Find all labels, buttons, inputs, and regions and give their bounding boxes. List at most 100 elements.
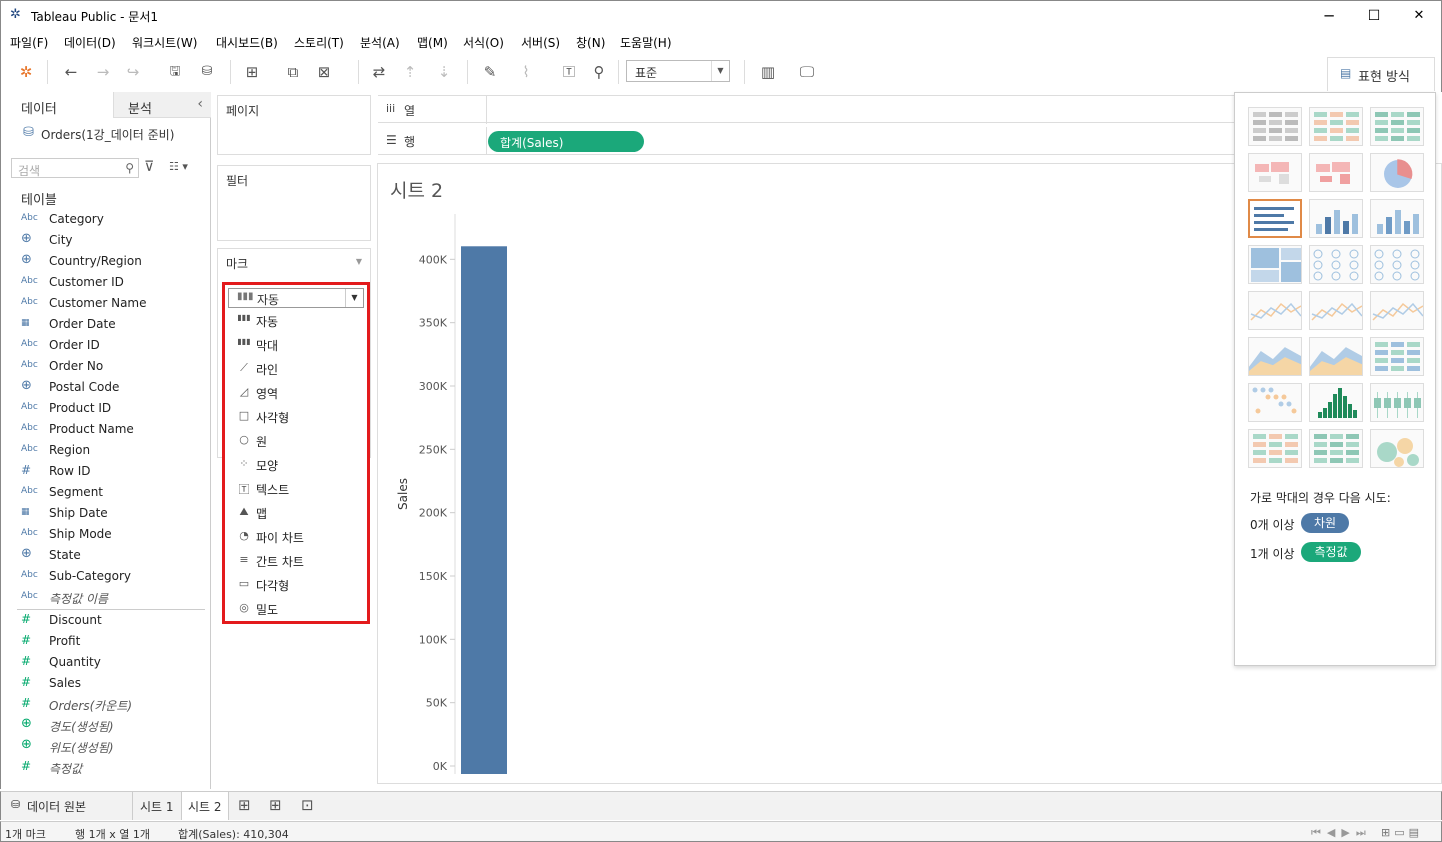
field-search-input[interactable]: 검색 ⚲ <box>11 158 139 178</box>
menu-format[interactable]: 서식(O) <box>463 34 504 51</box>
pages-card[interactable]: 페이지 <box>217 95 371 155</box>
view-mode-icon[interactable]: ⊞▭▤ <box>1381 826 1423 839</box>
field-item[interactable]: ⊕ 경도(생성됨) <box>21 716 206 736</box>
mark-type-option[interactable]: ≡ 간트 차트 <box>228 549 364 571</box>
show-me-box-whisker-thumbnail[interactable] <box>1370 383 1424 422</box>
menu-help[interactable]: 도움말(H) <box>620 34 672 51</box>
field-item[interactable]: Abc Customer Name <box>21 294 206 314</box>
field-item[interactable]: ⊕ 위도(생성됨) <box>21 737 206 757</box>
mark-type-option[interactable]: ⁘ 모양 <box>228 453 364 475</box>
field-item[interactable]: Abc Customer ID <box>21 273 206 293</box>
field-item[interactable]: Abc Region <box>21 441 206 461</box>
field-item[interactable]: Abc Product ID <box>21 399 206 419</box>
field-item[interactable]: # Profit <box>21 632 206 652</box>
show-me-scatter-plot-thumbnail[interactable] <box>1248 383 1302 422</box>
field-item[interactable]: # Row ID <box>21 462 206 482</box>
mark-type-option[interactable]: ⛰ 맵 <box>228 501 364 523</box>
show-cards-icon[interactable]: ▥ <box>757 62 779 82</box>
field-item[interactable]: ▦ Ship Date <box>21 504 206 524</box>
show-me-packed-bubbles-thumbnail[interactable] <box>1370 429 1424 468</box>
show-me-gantt-thumbnail[interactable] <box>1248 429 1302 468</box>
clear-sheet-icon[interactable]: ⊠ <box>313 62 335 82</box>
new-datasource-icon[interactable]: ⛁ <box>196 62 218 82</box>
tab-sheet-1[interactable]: 시트 1 <box>132 792 180 820</box>
collapse-pane-icon[interactable]: ‹ <box>197 96 203 112</box>
columns-shelf[interactable]: iii 열 <box>378 95 1234 124</box>
menu-story[interactable]: 스토리(T) <box>294 34 344 51</box>
sort-descending-icon[interactable]: ⇣ <box>433 62 455 82</box>
duplicate-sheet-icon[interactable]: ⧉ <box>282 62 304 82</box>
show-me-side-by-side-circles-thumbnail[interactable] <box>1370 245 1424 284</box>
view-options-icon[interactable]: ☷ ▾ <box>169 160 188 173</box>
menu-dashboard[interactable]: 대시보드(B) <box>216 34 278 51</box>
field-item[interactable]: Abc Segment <box>21 483 206 503</box>
bar-mark[interactable] <box>461 246 507 774</box>
field-item[interactable]: Abc Product Name <box>21 420 206 440</box>
fix-axes-icon[interactable]: ⚲ <box>588 62 610 82</box>
new-dashboard-icon[interactable]: ⊞ <box>269 796 282 824</box>
show-me-area-continuous-thumbnail[interactable] <box>1248 337 1302 376</box>
tableau-home-icon[interactable]: ✲ <box>15 62 37 82</box>
field-item[interactable]: # Orders(카운트) <box>21 695 206 715</box>
show-me-lines-discrete-thumbnail[interactable] <box>1309 291 1363 330</box>
sort-ascending-icon[interactable]: ⇡ <box>399 62 421 82</box>
field-item[interactable]: Abc 측정값 이름 <box>21 588 206 608</box>
group-members-icon[interactable]: ⌇ <box>515 62 537 82</box>
mark-type-option[interactable]: ◿ 영역 <box>228 381 364 403</box>
filters-card[interactable]: 필터 <box>217 165 371 241</box>
show-me-dual-combination-thumbnail[interactable] <box>1370 337 1424 376</box>
menu-window[interactable]: 창(N) <box>576 34 605 51</box>
show-me-lines-continuous-thumbnail[interactable] <box>1248 291 1302 330</box>
field-item[interactable]: Abc Category <box>21 210 206 230</box>
show-me-circle-views-thumbnail[interactable] <box>1309 245 1363 284</box>
menu-map[interactable]: 맵(M) <box>417 34 448 51</box>
show-me-dual-lines-thumbnail[interactable] <box>1370 291 1424 330</box>
show-me-text-table-thumbnail[interactable] <box>1248 107 1302 146</box>
mark-type-select[interactable]: ▮▮▮ 자동 ▼ <box>228 288 364 308</box>
redo-icon[interactable]: → <box>92 62 114 82</box>
show-me-histogram-thumbnail[interactable] <box>1309 383 1363 422</box>
show-me-bullet-graph-thumbnail[interactable] <box>1309 429 1363 468</box>
undo-icon[interactable]: ← <box>60 62 82 82</box>
field-item[interactable]: # Sales <box>21 674 206 694</box>
replay-icon[interactable]: ↪ <box>122 62 144 82</box>
show-me-tab[interactable]: ▤ 표현 방식 <box>1327 57 1435 91</box>
show-me-treemap-thumbnail[interactable] <box>1248 245 1302 284</box>
field-item[interactable]: ⊕ Postal Code <box>21 378 206 398</box>
presentation-mode-icon[interactable]: 🖵 <box>796 62 818 82</box>
mark-type-option[interactable]: ⟋ 라인 <box>228 357 364 379</box>
show-me-side-by-side-bars-thumbnail[interactable] <box>1370 199 1424 238</box>
tab-data[interactable]: 데이터 <box>1 92 113 118</box>
close-button[interactable]: ✕ <box>1404 5 1434 27</box>
mark-type-option[interactable]: ○ 원 <box>228 429 364 451</box>
mark-type-option[interactable]: ◔ 파이 차트 <box>228 525 364 547</box>
field-item[interactable]: # 측정값 <box>21 758 206 778</box>
field-item[interactable]: # Quantity <box>21 653 206 673</box>
sum-sales-pill[interactable]: 합계(Sales) <box>488 131 644 152</box>
mark-type-option[interactable]: □ 사각형 <box>228 405 364 427</box>
mark-type-option[interactable]: ▮▮▮ 막대 <box>228 333 364 355</box>
show-me-highlight-table-thumbnail[interactable] <box>1370 107 1424 146</box>
filter-fields-icon[interactable]: ⊽ <box>144 159 154 175</box>
mark-type-option[interactable]: ▮▮▮ 자동 <box>228 309 364 331</box>
field-item[interactable]: ⊕ State <box>21 546 206 566</box>
field-item[interactable]: Abc Order No <box>21 357 206 377</box>
field-item[interactable]: ⊕ Country/Region <box>21 252 206 272</box>
tab-sheet-2[interactable]: 시트 2 <box>181 792 229 820</box>
save-icon[interactable]: 🖫 <box>164 62 186 82</box>
show-me-stacked-bars-thumbnail[interactable] <box>1309 199 1363 238</box>
rows-shelf[interactable]: ☰ 행 합계(Sales) <box>378 127 1234 155</box>
marks-card-menu-icon[interactable]: ▼ <box>356 257 362 266</box>
new-worksheet-icon[interactable]: ⊞ <box>238 796 251 824</box>
tab-analysis[interactable]: 분석 ‹ <box>113 92 211 118</box>
swap-rows-columns-icon[interactable]: ⇄ <box>368 62 390 82</box>
field-item[interactable]: Abc Sub-Category <box>21 567 206 587</box>
mark-type-option[interactable]: 🅃 텍스트 <box>228 477 364 499</box>
mark-type-option[interactable]: ◎ 밀도 <box>228 597 364 619</box>
fit-select[interactable]: 표준 ▼ <box>626 60 730 82</box>
field-item[interactable]: ▦ Order Date <box>21 315 206 335</box>
new-worksheet-icon[interactable]: ⊞ <box>241 62 263 82</box>
field-item[interactable]: ⊕ City <box>21 231 206 251</box>
menu-data[interactable]: 데이터(D) <box>64 34 116 51</box>
field-item[interactable]: Abc Order ID <box>21 336 206 356</box>
